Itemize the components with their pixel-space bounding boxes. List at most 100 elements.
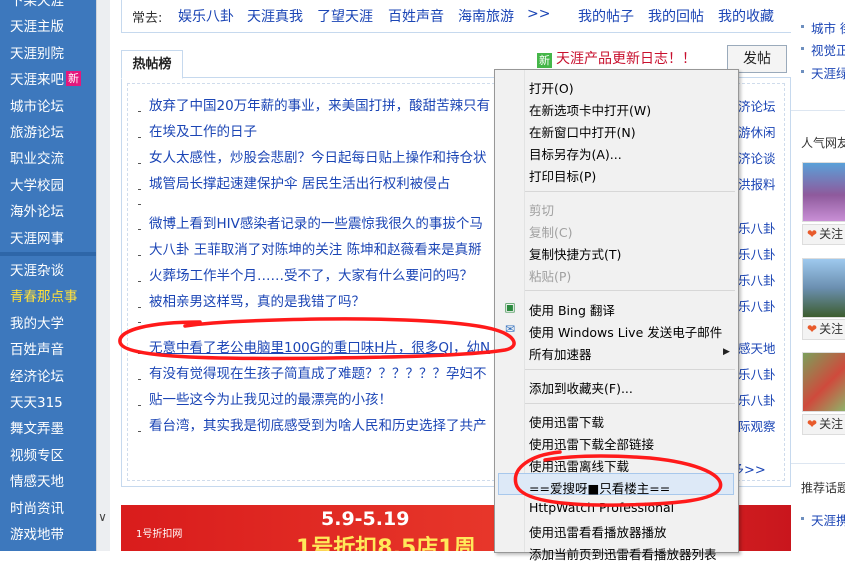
nav-item[interactable]: 城市论坛	[0, 94, 96, 120]
menu-item-kankan-add-list[interactable]: 添加当前页到迅雷看看播放器列表	[529, 544, 717, 563]
menu-item-save-target[interactable]: 目标另存为(A)...	[529, 144, 622, 163]
new-badge: 新	[66, 71, 81, 87]
update-log-link[interactable]: 新天涯产品更新日志！！	[537, 48, 696, 68]
my-posts-link[interactable]: 我的帖子	[578, 6, 634, 26]
menu-separator	[525, 403, 735, 404]
nav-item[interactable]: 天涯别院	[0, 41, 96, 67]
nav-item[interactable]: 大学校园	[0, 173, 96, 199]
post-link[interactable]: 被相亲男这样骂，真的是我错了吗？	[149, 290, 365, 310]
frequent-link[interactable]: 娱乐八卦	[178, 6, 234, 26]
nav-item[interactable]: 经济论坛	[0, 364, 96, 390]
post-link[interactable]: 在埃及工作的日子	[149, 120, 257, 140]
menu-item-only-op[interactable]: ==爱搜呀■只看楼主==	[529, 478, 670, 497]
bullet-dash	[138, 111, 141, 112]
menu-separator	[525, 369, 735, 370]
forum-link[interactable]: 济论坛	[738, 96, 776, 115]
bullet-dash	[138, 163, 141, 164]
nav-item[interactable]: 天涯网事	[0, 226, 96, 252]
menu-item-httpwatch[interactable]: HttpWatch Professional	[529, 500, 674, 515]
menu-item-print-target[interactable]: 打印目标(P)	[529, 166, 596, 185]
nav-item[interactable]: 旅游论坛	[0, 120, 96, 146]
frequent-link[interactable]: 天涯真我	[247, 6, 303, 26]
nav-item[interactable]: 情感天地	[0, 469, 96, 495]
menu-item-open-new-tab[interactable]: 在新选项卡中打开(W)	[529, 100, 651, 119]
right-link[interactable]: 天涯携	[811, 510, 845, 529]
frequent-link[interactable]: 了望天涯	[317, 6, 373, 26]
post-link[interactable]: 大八卦 王菲取消了对陈坤的关注 陈坤和赵薇看来是真掰	[149, 238, 482, 258]
nav-item[interactable]: 天天315	[0, 390, 96, 416]
forum-link[interactable]: 济论谈	[738, 148, 776, 167]
update-log-text: 天涯产品更新日志！！	[556, 51, 696, 67]
more-frequent-link[interactable]: >>	[527, 6, 550, 22]
bullet-icon	[801, 70, 804, 73]
user-avatar[interactable]	[802, 258, 845, 318]
nav-item[interactable]: 海外论坛	[0, 199, 96, 225]
follow-button[interactable]: ❤ 关注	[802, 414, 845, 435]
follow-button[interactable]: ❤ 关注	[802, 319, 845, 340]
my-replies-link[interactable]: 我的回帖	[648, 6, 704, 26]
chevron-down-icon[interactable]: ∨	[96, 510, 109, 524]
nav-item[interactable]: 百姓声音	[0, 337, 96, 363]
user-avatar[interactable]	[802, 352, 845, 412]
menu-item-thunder-download[interactable]: 使用迅雷下载	[529, 412, 604, 431]
post-link[interactable]: 火葬场工作半个月……受不了，大家有什么要问的吗？	[149, 264, 473, 284]
nav-item[interactable]: 天涯主版	[0, 14, 96, 40]
forum-link[interactable]: 乐八卦	[738, 244, 776, 263]
forum-link[interactable]: 乐八卦	[738, 218, 776, 237]
forum-link[interactable]: 游休闲	[738, 122, 776, 141]
menu-item-add-favorites[interactable]: 添加到收藏夹(F)...	[529, 378, 633, 397]
nav-item[interactable]: 游戏地带	[0, 522, 96, 548]
post-link-hovered[interactable]: 无意中看了老公电脑里100G的重口味H片，很多QJ，幼N	[149, 336, 490, 356]
right-link[interactable]: 视觉正	[811, 40, 845, 59]
user-avatar[interactable]	[802, 162, 845, 222]
recommended-topics-title: 推荐话题	[801, 481, 845, 495]
nav-item[interactable]: 舞文弄墨	[0, 416, 96, 442]
forum-link[interactable]: 乐八卦	[738, 270, 776, 289]
menu-item-bing-translate[interactable]: 使用 Bing 翻译	[529, 300, 615, 319]
post-link[interactable]: 放弃了中国20万年薪的事业，来美国打拼，酸甜苦辣只有	[149, 94, 490, 114]
nav-item-active[interactable]: 青春那点事	[0, 284, 96, 310]
bullet-dash	[138, 281, 141, 282]
tab-hot-posts[interactable]: 热帖榜	[121, 50, 183, 79]
forum-link[interactable]: 乐八卦	[738, 296, 776, 315]
menu-item-kankan-play[interactable]: 使用迅雷看看播放器播放	[529, 522, 667, 541]
nav-item[interactable]: 视频专区	[0, 443, 96, 469]
forum-link[interactable]: 洪报料	[738, 174, 776, 193]
nav-item[interactable]: 时尚资讯	[0, 496, 96, 522]
my-favorites-link[interactable]: 我的收藏	[718, 6, 774, 26]
right-link[interactable]: 城市 街	[811, 18, 845, 37]
nav-item[interactable]: 我的大学	[0, 311, 96, 337]
nav-item[interactable]: 下某天涯	[0, 0, 96, 14]
post-link[interactable]: 看台湾，其实我是彻底感受到为啥人民和历史选择了共产	[149, 414, 487, 434]
right-link[interactable]: 天涯绿	[811, 63, 845, 82]
menu-item-thunder-download-all[interactable]: 使用迅雷下载全部链接	[529, 434, 654, 453]
forum-link[interactable]: 乐八卦	[738, 364, 776, 383]
nav-item[interactable]: 天涯杂谈	[0, 258, 96, 284]
frequent-links-bar: 常去: 娱乐八卦 天涯真我 了望天涯 百姓声音 海南旅游 >> 我的帖子 我的回…	[121, 0, 793, 33]
right-column: 城市 街 视觉正 天涯绿 人气网友 ❤关注 ❤关注 ❤关注 推荐话题 天涯携	[791, 0, 845, 551]
menu-item-all-accelerators[interactable]: 所有加速器	[529, 344, 592, 363]
frequent-link[interactable]: 海南旅游	[458, 6, 514, 26]
post-link[interactable]: 贴一些这今为止我见过的最漂亮的小孩！	[149, 388, 392, 408]
nav-scrollbar[interactable]	[96, 0, 110, 551]
menu-item-thunder-offline[interactable]: 使用迅雷离线下载	[529, 456, 629, 475]
menu-item-copy-shortcut[interactable]: 复制快捷方式(T)	[529, 244, 621, 263]
bullet-dash	[138, 189, 141, 190]
post-link[interactable]: 城管局长撑起速建保护伞 居民生活出行权利被侵占	[149, 172, 450, 192]
new-icon: 新	[537, 53, 552, 68]
post-link[interactable]: 微博上看到HIV感染者记录的一些震惊我很久的事拔个马	[149, 212, 483, 232]
forum-link[interactable]: 际观察	[738, 416, 776, 435]
forum-link[interactable]: 乐八卦	[738, 390, 776, 409]
forum-link[interactable]: 感天地	[738, 338, 776, 357]
nav-item[interactable]: 职业交流	[0, 146, 96, 172]
nav-item-laiba[interactable]: 天涯来吧新	[0, 67, 96, 93]
menu-item-open[interactable]: 打开(O)	[529, 78, 574, 97]
frequent-link[interactable]: 百姓声音	[388, 6, 444, 26]
menu-item-open-new-window[interactable]: 在新窗口中打开(N)	[529, 122, 636, 141]
follow-button[interactable]: ❤ 关注	[802, 224, 845, 245]
menu-item-email[interactable]: 使用 Windows Live 发送电子邮件	[529, 322, 722, 341]
context-menu: 打开(O) 在新选项卡中打开(W) 在新窗口中打开(N) 目标另存为(A)...…	[494, 69, 739, 562]
follow-label: 关注	[819, 322, 844, 336]
post-link[interactable]: 女人太感性，炒股会悲剧？今日起每日贴上操作和持仓状	[149, 146, 487, 166]
post-link[interactable]: 有没有觉得现在生孩子简直成了难题？？？？？？孕妇不	[149, 362, 487, 382]
